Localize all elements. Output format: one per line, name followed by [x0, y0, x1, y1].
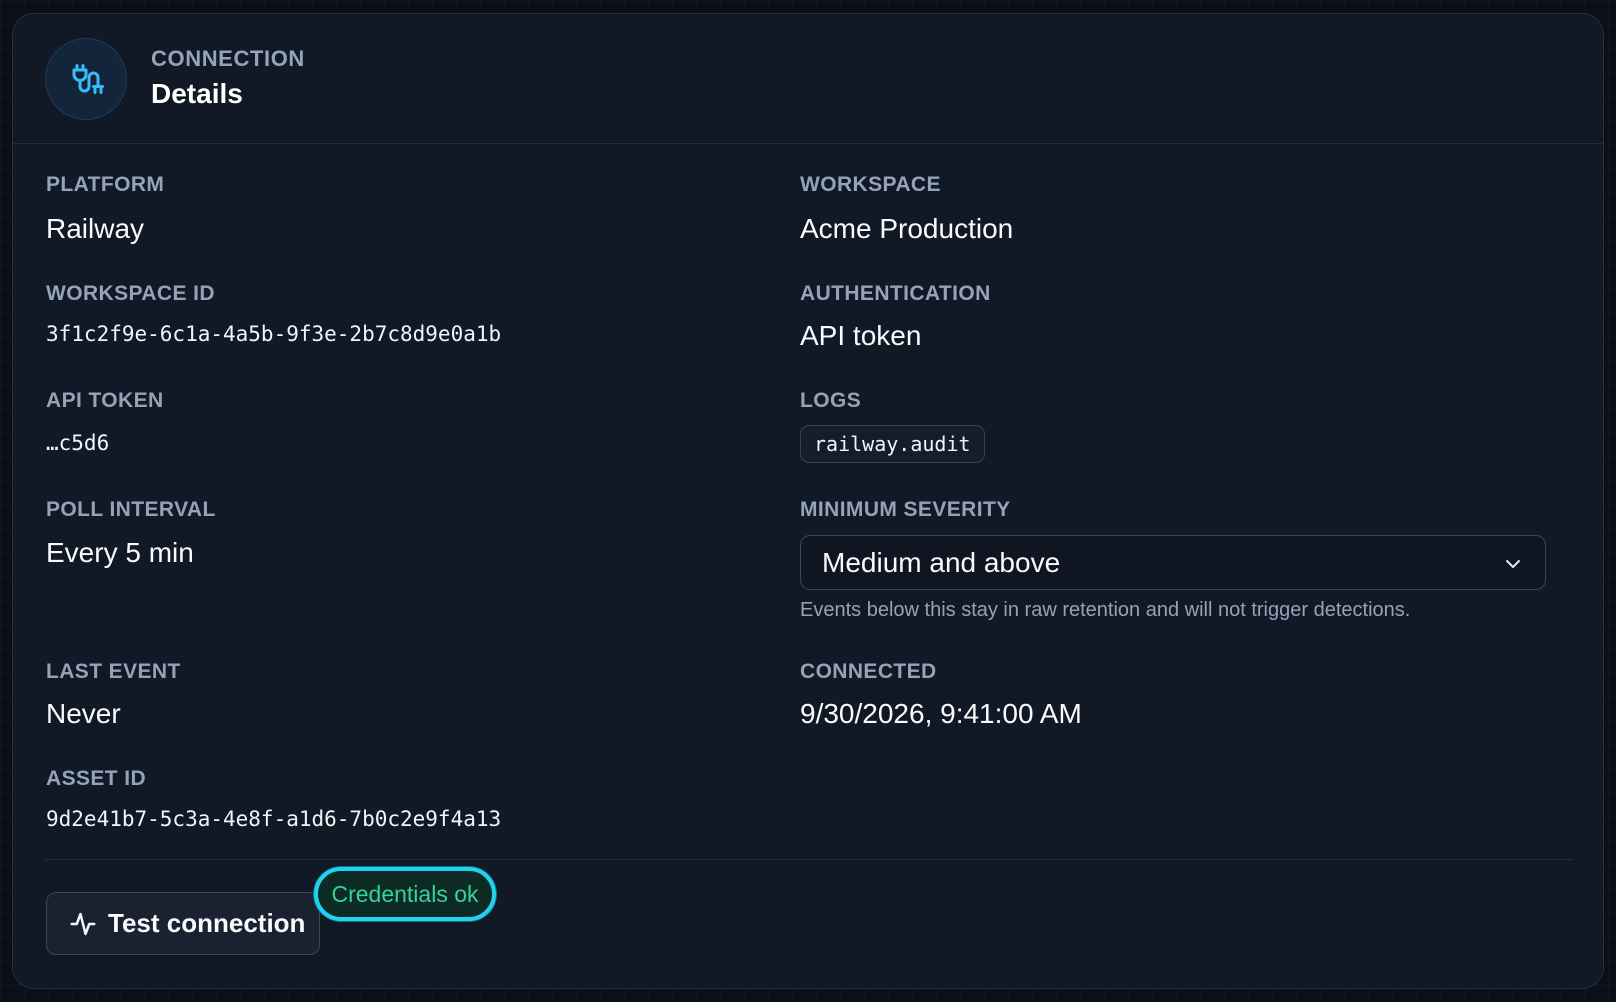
poll-interval-label: POLL INTERVAL	[46, 498, 216, 521]
minimum-severity-selected: Medium and above	[822, 547, 1061, 578]
card-header: CONNECTION Details	[13, 14, 1603, 144]
status-badge[interactable]: Credentials ok	[314, 867, 496, 921]
minimum-severity-label: MINIMUM SEVERITY	[800, 498, 1011, 521]
authentication-label: AUTHENTICATION	[800, 282, 991, 305]
last-event-label: LAST EVENT	[46, 660, 181, 683]
logs-label: LOGS	[800, 389, 862, 412]
chevron-down-icon	[1506, 560, 1520, 568]
status-text: Credentials ok	[331, 880, 479, 907]
last-event-value: Never	[46, 698, 121, 729]
minimum-severity-hint: Events below this stay in raw retention …	[800, 599, 1411, 621]
test-connection-label: Test connection	[108, 908, 306, 938]
page-title: Details	[151, 78, 243, 109]
workspace-id-label: WORKSPACE ID	[46, 282, 215, 305]
workspace-id-value: 3f1c2f9e-6c1a-4a5b-9f3e-2b7c8d9e0a1b	[46, 322, 502, 346]
api-token-value: …c5d6	[46, 431, 110, 455]
connected-label: CONNECTED	[800, 660, 937, 683]
activity-icon	[70, 912, 96, 935]
workspace-label: WORKSPACE	[800, 173, 941, 196]
plug-icon	[45, 38, 127, 120]
api-token-label: API TOKEN	[46, 389, 164, 412]
logs-chip: railway.audit	[800, 425, 985, 463]
poll-interval-value: Every 5 min	[46, 537, 194, 568]
header-eyebrow: CONNECTION	[151, 46, 305, 71]
platform-label: PLATFORM	[46, 173, 165, 196]
connected-value: 9/30/2026, 9:41:00 AM	[800, 698, 1082, 729]
connection-details-card: CONNECTION Details PLATFORM Railway WORK…	[12, 13, 1604, 989]
asset-id-value: 9d2e41b7-5c3a-4e8f-a1d6-7b0c2e9f4a13	[46, 807, 502, 831]
asset-id-label: ASSET ID	[46, 767, 147, 790]
footer-divider	[45, 859, 1573, 860]
authentication-value: API token	[800, 320, 922, 351]
workspace-value: Acme Production	[800, 213, 1014, 244]
test-connection-button[interactable]: Test connection	[46, 892, 320, 955]
platform-value: Railway	[46, 213, 145, 244]
minimum-severity-select[interactable]: Medium and above	[800, 535, 1546, 590]
